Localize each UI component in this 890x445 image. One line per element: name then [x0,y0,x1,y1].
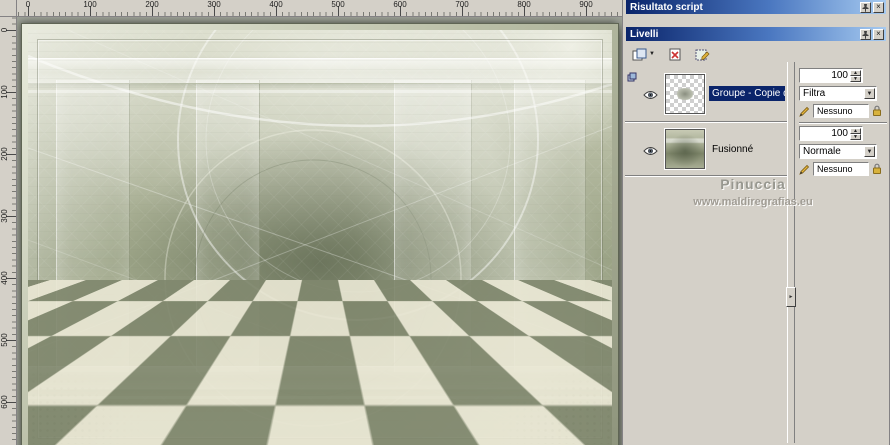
thumbnail-image [677,88,693,100]
ruler-label: 400 [269,0,283,9]
canvas-workspace[interactable] [17,17,622,445]
layer-visibility-toggle[interactable] [641,144,659,157]
ruler-label: 500 [0,333,9,347]
dropdown-arrow-icon: ▼ [864,88,875,99]
properties-separator [799,122,887,124]
ruler-label: 200 [145,0,159,9]
ruler-label: 0 [0,27,9,33]
edit-selection-icon [695,49,710,60]
psp-window: 0 100 200 300 400 500 600 700 800 900 0 … [0,0,890,445]
edit-selection-button[interactable] [692,46,713,63]
edit-link-set-button[interactable] [799,164,810,175]
pin-button[interactable] [860,28,871,40]
script-result-body [626,14,886,26]
close-button[interactable]: × [873,28,884,40]
blend-mode-dropdown[interactable]: Normale ▼ [799,144,877,159]
lock-transparency-toggle[interactable] [872,105,882,117]
layers-list: Groupe - Copie de Fusionné [625,66,787,176]
blend-mode-dropdown[interactable]: Filtra ▼ [799,86,877,101]
pin-button[interactable] [860,1,871,13]
delete-layer-icon [669,48,681,60]
dropdown-arrow-icon: ▼ [864,146,875,157]
eye-icon [642,91,658,99]
opacity-value: 100 [831,70,848,81]
ruler-corner [0,0,17,17]
layer-visibility-toggle[interactable] [641,88,659,101]
layer-thumbnail[interactable] [665,74,705,114]
pencil-icon [799,164,810,175]
splitter-arrow-icon: ► [788,294,794,300]
ruler-label: 600 [393,0,407,9]
layer-name[interactable]: Groupe - Copie de [709,86,785,101]
blend-mode-row: Filtra ▼ [799,86,877,101]
ruler-label: 900 [579,0,593,9]
link-set-field[interactable]: Nessuno [813,162,869,176]
lock-transparency-toggle[interactable] [872,163,882,175]
ruler-label: 200 [0,147,9,161]
horizontal-ruler[interactable]: 0 100 200 300 400 500 600 700 800 900 [17,0,622,17]
vertical-ruler[interactable]: 0 100 200 300 400 500 600 [0,17,17,445]
layer-row[interactable]: Groupe - Copie de [625,66,787,122]
new-layer-icon [632,48,647,60]
canvas-image[interactable] [22,24,618,445]
layers-toolbar: ▼ [629,44,713,64]
opacity-value: 100 [831,128,848,139]
blend-mode-value: Filtra [803,88,826,99]
link-set-row: Nessuno [799,162,882,176]
watermark: Pinuccia www.maldiregrafias.eu [643,176,863,208]
ruler-label: 300 [0,209,9,223]
eye-icon [642,147,658,155]
lock-icon [873,105,881,116]
ruler-label: 0 [25,0,31,9]
close-icon: × [876,29,881,38]
opacity-row: 100 ▲ ▼ [799,68,863,83]
watermark-name: Pinuccia [720,176,786,192]
opacity-field[interactable]: 100 ▲ ▼ [799,68,863,83]
close-icon: × [876,2,881,11]
ruler-label: 100 [0,85,9,99]
ruler-label: 500 [331,0,345,9]
layer-row[interactable]: Fusionné [625,122,787,176]
palette-splitter[interactable]: ► [786,62,796,443]
ruler-label: 300 [207,0,221,9]
script-result-titlebar: Risultato script × [626,0,886,14]
pin-icon [862,3,869,12]
spin-down-button[interactable]: ▼ [850,134,861,140]
layers-title: Livelli [630,28,659,40]
opacity-field[interactable]: 100 ▲ ▼ [799,126,863,141]
opacity-spinner: ▲ ▼ [850,70,861,82]
layer-name[interactable]: Fusionné [709,142,785,157]
delete-layer-button[interactable] [665,46,685,63]
opacity-spinner: ▲ ▼ [850,128,861,140]
edit-link-set-button[interactable] [799,106,810,117]
close-button[interactable]: × [873,1,884,13]
spin-down-button[interactable]: ▼ [850,76,861,82]
ruler-label: 400 [0,271,9,285]
layers-titlebar: Livelli × [626,27,886,41]
inner-frame-line [38,40,602,438]
ruler-label: 600 [0,395,9,409]
script-result-title: Risultato script [630,1,703,13]
ruler-label: 700 [455,0,469,9]
blend-mode-row: Normale ▼ [799,144,877,159]
ruler-label: 100 [83,0,97,9]
link-set-field[interactable]: Nessuno [813,104,869,118]
opacity-row: 100 ▲ ▼ [799,126,863,141]
ruler-label: 800 [517,0,531,9]
layer-thumbnail[interactable] [665,129,705,169]
splitter-collapse-button[interactable]: ► [786,287,796,307]
lock-icon [873,163,881,174]
blend-mode-value: Normale [803,146,841,157]
chevron-down-icon: ▼ [649,51,655,57]
link-set-row: Nessuno [799,104,882,118]
palettes-sidebar: Risultato script × Livelli × ▼ Groupe - … [622,0,890,445]
pin-icon [862,30,869,39]
layer-group-icon [627,69,637,87]
watermark-url: www.maldiregrafias.eu [693,196,813,208]
new-layer-button[interactable]: ▼ [629,46,658,63]
pencil-icon [799,106,810,117]
